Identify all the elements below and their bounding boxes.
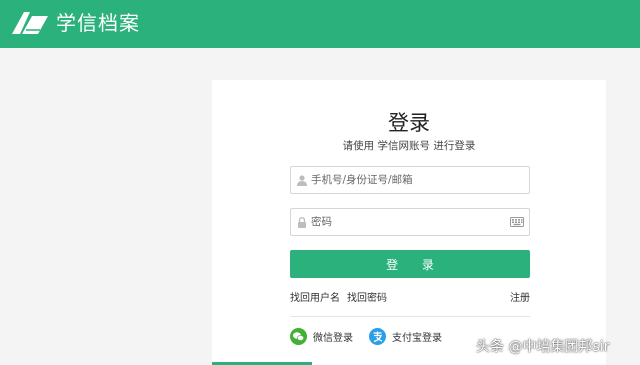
alipay-icon: [369, 328, 386, 345]
forgot-username-link[interactable]: 找回用户名: [290, 289, 340, 304]
login-title: 登录: [388, 111, 430, 135]
keyboard-icon[interactable]: [510, 217, 524, 227]
divider: [290, 316, 530, 317]
password-field[interactable]: [290, 208, 530, 236]
forgot-password-link[interactable]: 找回密码: [347, 289, 387, 304]
account-links: 找回用户名 找回密码 注册: [290, 289, 530, 304]
wechat-icon: [290, 328, 307, 345]
alipay-login-label: 支付宝登录: [392, 333, 442, 344]
login-card: 登录 请使用 学信网账号 进行登录 登 录 找回用户名 找回密: [212, 80, 606, 365]
watermark: 头条 @中培集团邦sir: [476, 339, 610, 355]
lock-icon: [298, 217, 306, 228]
alipay-login-button[interactable]: 支付宝登录: [369, 328, 442, 345]
login-button[interactable]: 登 录: [290, 250, 530, 278]
password-input[interactable]: [311, 209, 505, 235]
user-icon: [297, 175, 307, 186]
top-header-bar: 学信档案: [0, 0, 640, 48]
site-logo[interactable]: 学信档案: [10, 10, 140, 36]
book-logo-icon: [12, 12, 48, 34]
site-name: 学信档案: [56, 11, 140, 35]
wechat-login-button[interactable]: 微信登录: [290, 328, 353, 345]
wechat-login-label: 微信登录: [313, 333, 353, 344]
login-subtitle: 请使用 学信网账号 进行登录: [342, 140, 476, 152]
register-link[interactable]: 注册: [510, 289, 530, 304]
username-input[interactable]: [311, 167, 505, 193]
username-field[interactable]: [290, 166, 530, 194]
